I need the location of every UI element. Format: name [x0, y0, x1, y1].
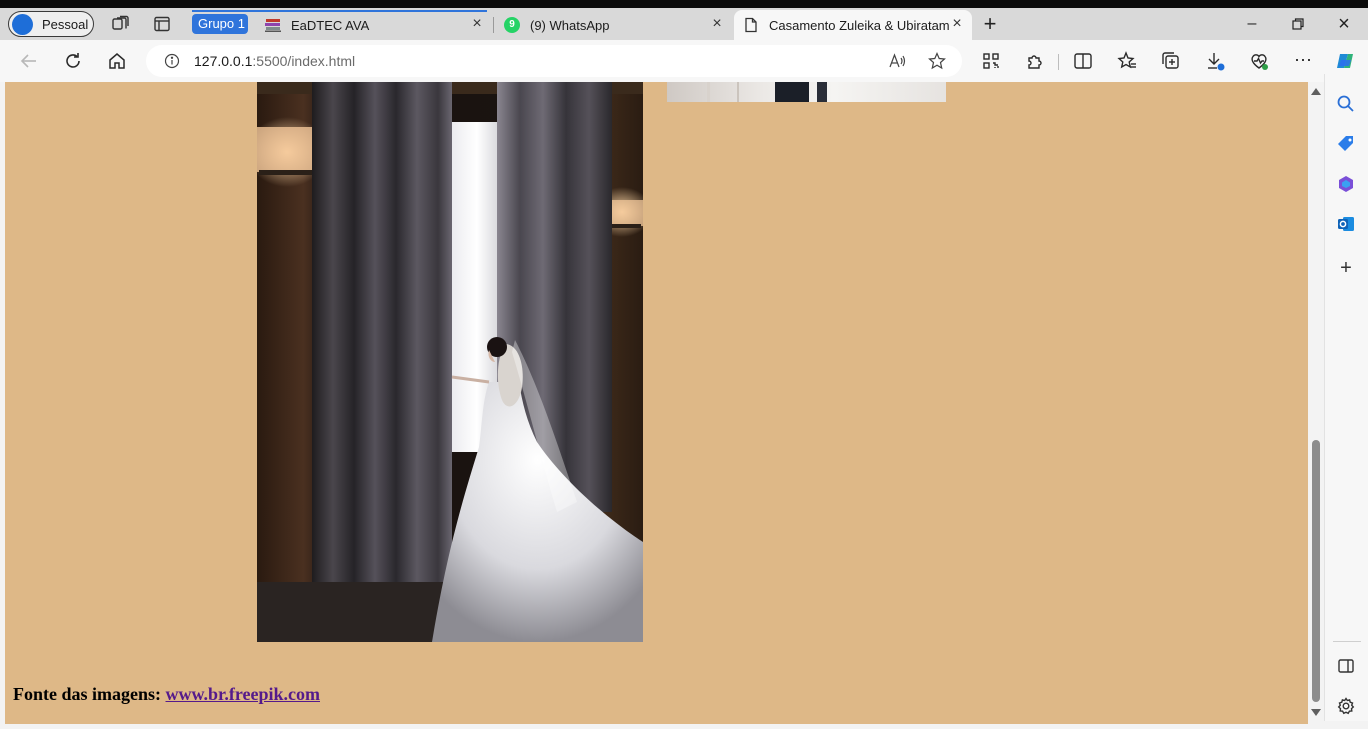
wedding-photo-bride	[257, 82, 643, 642]
shopping-tag-icon[interactable]	[1336, 134, 1356, 154]
page-icon	[744, 17, 758, 33]
restore-button[interactable]	[1288, 14, 1308, 34]
tab-whatsapp[interactable]: 9 (9) WhatsApp ×	[496, 10, 732, 40]
url-text[interactable]: 127.0.0.1:5500/index.html	[194, 53, 355, 69]
microsoft365-icon[interactable]	[1336, 174, 1356, 194]
close-icon[interactable]: ×	[710, 16, 724, 32]
credit-link[interactable]: www.br.freepik.com	[166, 684, 321, 704]
close-icon[interactable]: ×	[950, 16, 964, 32]
add-sidebar-item-icon[interactable]: +	[1336, 258, 1356, 278]
profile-label: Pessoal	[42, 16, 89, 32]
hide-sidebar-icon[interactable]	[1336, 656, 1356, 676]
workspaces-icon[interactable]	[110, 14, 130, 34]
credit-label: Fonte das imagens:	[13, 684, 166, 704]
site-info-icon[interactable]	[164, 53, 180, 69]
tab-title: Casamento Zuleika & Ubiratam	[769, 17, 950, 33]
page-viewport: Fonte das imagens: www.br.freepik.com	[5, 82, 1308, 724]
split-screen-icon[interactable]	[1072, 50, 1094, 72]
tab-title: EaDTEC AVA	[291, 17, 370, 33]
sidebar-divider	[1333, 641, 1361, 642]
tab-actions-icon[interactable]	[152, 14, 172, 34]
edge-sidebar: +	[1324, 74, 1368, 721]
new-tab-button[interactable]: +	[980, 13, 1000, 35]
tab-divider	[493, 17, 494, 33]
downloads-icon[interactable]	[1204, 50, 1226, 72]
books-icon	[264, 17, 282, 33]
page-scrollbar[interactable]	[1308, 82, 1324, 724]
avatar	[12, 13, 33, 35]
close-icon[interactable]: ×	[470, 16, 484, 32]
tab-strip: Pessoal Grupo 1 EaDTEC AVA × 9 (9) Whats…	[0, 8, 1368, 40]
url-host: 127.0.0.1	[194, 53, 253, 69]
address-bar[interactable]: 127.0.0.1:5500/index.html	[146, 45, 962, 77]
tab-title: (9) WhatsApp	[530, 17, 610, 33]
tab-casamento[interactable]: Casamento Zuleika & Ubiratam ×	[734, 10, 972, 40]
favorites-icon[interactable]	[1116, 50, 1138, 72]
favorite-star-icon[interactable]	[928, 52, 946, 70]
extensions-icon[interactable]	[1024, 50, 1046, 72]
copilot-icon[interactable]	[1334, 50, 1356, 72]
close-window-button[interactable]: ×	[1334, 14, 1354, 34]
more-menu-icon[interactable]: ⋯	[1292, 50, 1314, 72]
toolbar-divider	[1058, 54, 1059, 70]
tab-group-chip[interactable]: Grupo 1	[192, 14, 248, 34]
home-icon[interactable]	[106, 50, 128, 72]
qr-code-icon[interactable]	[980, 50, 1002, 72]
outlook-icon[interactable]	[1336, 214, 1356, 234]
scroll-thumb[interactable]	[1312, 440, 1320, 702]
minimize-button[interactable]: –	[1242, 14, 1262, 34]
image-credit: Fonte das imagens: www.br.freepik.com	[13, 684, 320, 705]
profile-button[interactable]: Pessoal	[8, 11, 94, 37]
whatsapp-icon: 9	[504, 17, 520, 33]
collections-icon[interactable]	[1160, 50, 1182, 72]
read-aloud-icon[interactable]	[888, 52, 906, 70]
wedding-photo-top	[667, 82, 946, 102]
browser-essentials-icon[interactable]	[1248, 50, 1270, 72]
scroll-down-arrow-icon[interactable]	[1311, 709, 1321, 716]
navigation-toolbar: 127.0.0.1:5500/index.html ⋯	[0, 40, 1368, 82]
tab-eadtec[interactable]: EaDTEC AVA ×	[256, 10, 492, 40]
refresh-icon[interactable]	[62, 50, 84, 72]
search-icon[interactable]	[1336, 94, 1356, 114]
url-path: :5500/index.html	[252, 53, 356, 69]
settings-gear-icon[interactable]	[1336, 696, 1356, 716]
back-icon[interactable]	[18, 50, 40, 72]
scroll-up-arrow-icon[interactable]	[1311, 88, 1321, 95]
